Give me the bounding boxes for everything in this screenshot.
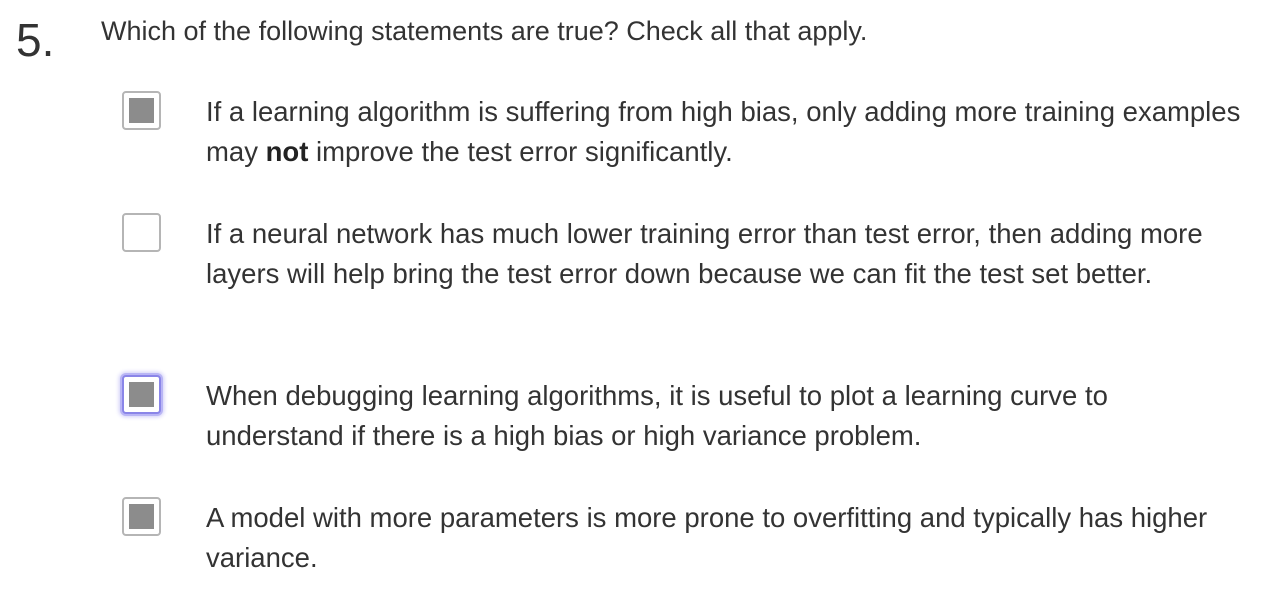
option-1-text-end: improve the test error significantly. bbox=[308, 136, 733, 167]
option-1-text-bold: not bbox=[265, 136, 309, 167]
option-4-text: A model with more parameters is more pro… bbox=[206, 502, 1208, 573]
option-1-checkbox[interactable] bbox=[122, 91, 161, 130]
question-prompt: Which of the following statements are tr… bbox=[101, 16, 868, 46]
option-4-checkbox[interactable] bbox=[122, 497, 161, 536]
question-number: 5. bbox=[16, 14, 55, 66]
option-2-checkbox[interactable] bbox=[122, 213, 161, 252]
option-1-text: If a learning algorithm is suffering fro… bbox=[206, 92, 1246, 172]
option-3-text: When debugging learning algorithms, it i… bbox=[206, 380, 1108, 451]
option-3-checkbox[interactable] bbox=[122, 375, 161, 414]
option-2-text: If a neural network has much lower train… bbox=[206, 218, 1203, 289]
